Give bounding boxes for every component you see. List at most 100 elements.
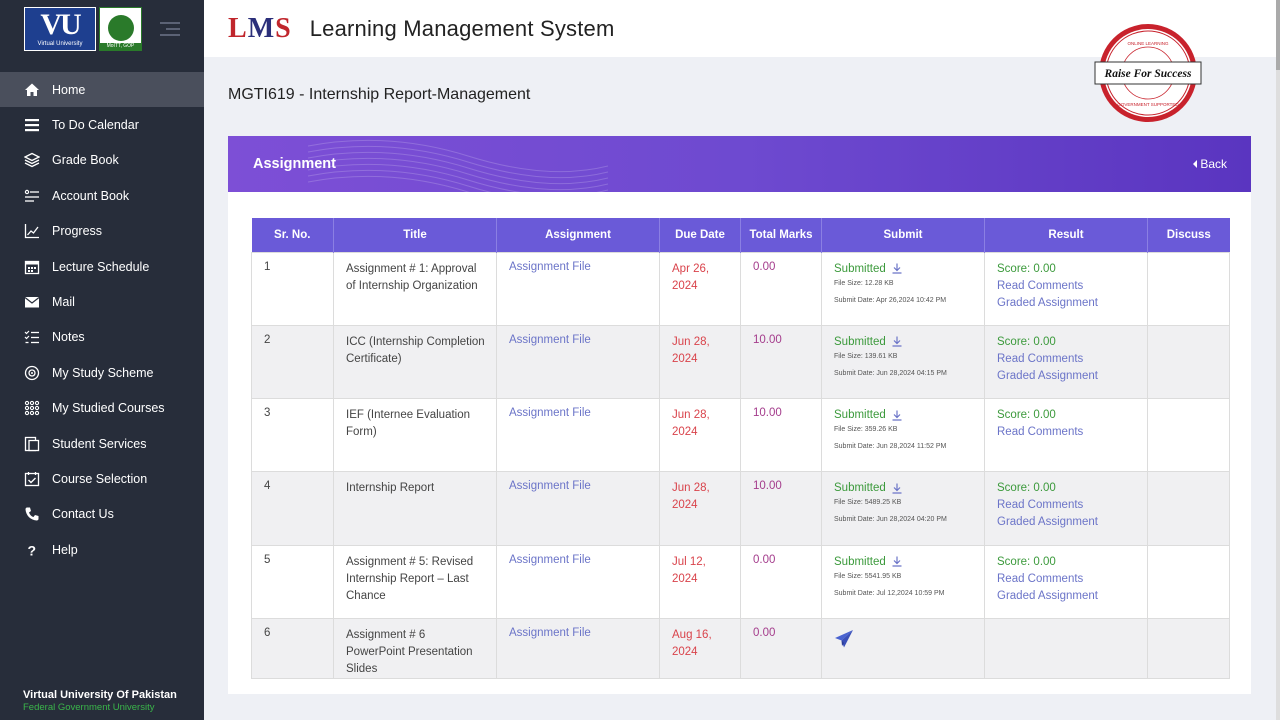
svg-text:?: ? <box>28 542 37 558</box>
lms-logo[interactable]: LMS <box>228 13 292 45</box>
due-date-cell: Jun 28, 2024 <box>659 471 741 546</box>
download-icon[interactable] <box>892 410 902 421</box>
sidebar-item-home[interactable]: Home <box>0 72 204 108</box>
sidebar-item-course-selection[interactable]: Course Selection <box>0 461 204 496</box>
table-row: 6 Assignment # 6 PowerPoint Presentation… <box>251 617 1230 679</box>
discuss-cell <box>1147 251 1230 326</box>
sidebar-nav: Home To Do Calendar Grade Book Account B… <box>0 72 204 567</box>
chart-icon <box>24 223 40 239</box>
table-header-row: Sr. No. Title Assignment Due Date Total … <box>251 218 1230 252</box>
score: Score: 0.00 <box>997 482 1056 495</box>
assignment-cell: Assignment File <box>496 544 660 619</box>
send-icon[interactable] <box>834 629 854 649</box>
read-comments-link[interactable]: Read Comments <box>997 424 1136 441</box>
submitted-status: Submitted <box>834 262 886 275</box>
read-comments-link[interactable]: Read Comments <box>997 351 1136 368</box>
read-comments-link[interactable]: Read Comments <box>997 571 1136 588</box>
layers-icon <box>24 152 40 168</box>
col-header-assignment: Assignment <box>496 218 660 252</box>
read-comments-link[interactable]: Read Comments <box>997 278 1136 295</box>
vu-logo[interactable]: VU Virtual University <box>24 6 96 51</box>
assignment-cell: Assignment File <box>496 617 660 679</box>
due-date-line2: 2024 <box>672 352 698 365</box>
sidebar-item-my-study-scheme[interactable]: My Study Scheme <box>0 355 204 390</box>
vu-logo-text: VU <box>40 7 81 41</box>
logo-area: VU Virtual University MoITT, GOP <box>0 0 204 57</box>
assignment-card: Assignment Back Sr. No. Title Assignment… <box>228 136 1251 694</box>
graded-assignment-link[interactable]: Graded Assignment <box>997 588 1136 605</box>
sidebar-item-grade-book[interactable]: Grade Book <box>0 143 204 178</box>
page-scrollbar[interactable] <box>1276 0 1280 720</box>
submit-cell: Submitted File Size: 5489.25 KB Submit D… <box>821 471 985 546</box>
assignment-file-link[interactable]: Assignment File <box>509 334 591 346</box>
col-header-total-marks: Total Marks <box>740 218 822 252</box>
due-date-line2: 2024 <box>672 426 698 439</box>
lms-logo-s: S <box>275 12 292 44</box>
assignment-file-link[interactable]: Assignment File <box>509 480 591 492</box>
graded-assignment-link[interactable]: Graded Assignment <box>997 295 1136 312</box>
submit-date: Submit Date: Jun 28,2024 11:52 PM <box>834 443 947 451</box>
assignment-file-link[interactable]: Assignment File <box>509 261 591 273</box>
sr-cell: 5 <box>251 544 334 619</box>
lms-logo-m: M <box>247 12 276 44</box>
menu-toggle-icon[interactable] <box>160 21 180 36</box>
gop-logo-text: MoITT, GOP <box>100 42 141 50</box>
result-cell: Score: 0.00 Read Comments Graded Assignm… <box>984 251 1148 326</box>
back-button[interactable]: Back <box>1193 157 1227 171</box>
sidebar-item-label: My Studied Courses <box>52 401 165 416</box>
read-comments-link[interactable]: Read Comments <box>997 497 1136 514</box>
submitted-status: Submitted <box>834 335 886 348</box>
due-date-line2: 2024 <box>672 572 698 585</box>
footer-brand: Virtual University Of Pakistan Federal G… <box>23 689 177 713</box>
sidebar-item-my-studied-courses[interactable]: My Studied Courses <box>0 391 204 426</box>
due-date-cell: Jun 28, 2024 <box>659 324 741 400</box>
due-date-cell: Apr 26, 2024 <box>659 251 741 326</box>
sidebar-item-progress[interactable]: Progress <box>0 214 204 249</box>
sidebar-item-label: My Study Scheme <box>52 365 154 380</box>
table-row: 2 ICC (Internship Completion Certificate… <box>251 324 1230 400</box>
sidebar: VU Virtual University MoITT, GOP Home To… <box>0 0 204 720</box>
sidebar-item-todo-calendar[interactable]: To Do Calendar <box>0 107 204 142</box>
col-header-title: Title <box>333 218 497 252</box>
score: Score: 0.00 <box>997 262 1056 275</box>
assignment-file-link[interactable]: Assignment File <box>509 407 591 419</box>
due-date-line1: Jun 28, <box>672 409 710 422</box>
mail-icon <box>24 294 40 310</box>
sidebar-item-account-book[interactable]: Account Book <box>0 178 204 213</box>
marks-cell: 10.00 <box>740 471 822 546</box>
sidebar-item-student-services[interactable]: Student Services <box>0 426 204 461</box>
due-date-line1: Jun 28, <box>672 335 710 348</box>
sr-cell: 2 <box>251 324 334 400</box>
download-icon[interactable] <box>892 483 902 494</box>
marks-cell: 10.00 <box>740 398 822 473</box>
calendar-list-icon <box>24 117 40 133</box>
assignment-file-link[interactable]: Assignment File <box>509 554 591 566</box>
result-cell <box>984 617 1148 679</box>
graded-assignment-link[interactable]: Graded Assignment <box>997 514 1136 531</box>
result-cell: Score: 0.00 Read Comments <box>984 398 1148 473</box>
title-cell: IEF (Internee Evaluation Form) <box>333 398 497 473</box>
sr-cell: 1 <box>251 251 334 326</box>
sidebar-item-notes[interactable]: Notes <box>0 320 204 355</box>
title-cell: Internship Report <box>333 471 497 546</box>
download-icon[interactable] <box>892 556 902 567</box>
scrollbar-thumb[interactable] <box>1276 0 1280 70</box>
file-size: File Size: 359.26 KB <box>834 426 898 434</box>
course-selection-icon <box>24 471 40 487</box>
sr-cell: 6 <box>251 617 334 679</box>
submit-cell: Submitted File Size: 12.28 KB Submit Dat… <box>821 251 985 326</box>
sidebar-item-help[interactable]: ? Help <box>0 532 204 567</box>
col-header-result: Result <box>984 218 1148 252</box>
assignment-file-link[interactable]: Assignment File <box>509 627 591 639</box>
score: Score: 0.00 <box>997 409 1056 422</box>
download-icon[interactable] <box>892 336 902 347</box>
download-icon[interactable] <box>892 263 902 274</box>
due-date-line1: Jul 12, <box>672 555 706 568</box>
sidebar-item-mail[interactable]: Mail <box>0 284 204 319</box>
app-title: Learning Management System <box>309 15 615 41</box>
assignment-cell: Assignment File <box>496 398 660 473</box>
graded-assignment-link[interactable]: Graded Assignment <box>997 368 1136 385</box>
sidebar-item-contact-us[interactable]: Contact Us <box>0 497 204 532</box>
col-header-submit: Submit <box>821 218 985 252</box>
sidebar-item-lecture-schedule[interactable]: Lecture Schedule <box>0 249 204 284</box>
